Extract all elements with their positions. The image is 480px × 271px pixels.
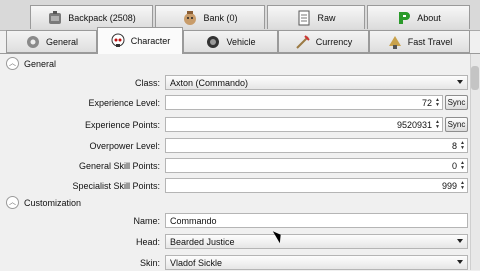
spinner-arrows-icon[interactable]: ▲ ▼ bbox=[460, 161, 465, 171]
chevron-down-icon bbox=[457, 239, 463, 243]
tab-backpack-label: Backpack (2508) bbox=[68, 12, 136, 23]
specialist-skill-points-spinner[interactable]: 999 ▲ ▼ bbox=[165, 178, 468, 193]
tab-raw-label: Raw bbox=[317, 12, 336, 23]
backpack-icon bbox=[49, 10, 62, 24]
customization-group-header[interactable]: ︿ Customization bbox=[6, 196, 81, 209]
collapse-chevron-icon[interactable]: ︿ bbox=[6, 57, 19, 70]
tab-currency[interactable]: Currency bbox=[278, 30, 369, 53]
vehicle-icon bbox=[207, 35, 220, 48]
skin-value: Vladof Sickle bbox=[170, 257, 223, 268]
experience-level-spinner[interactable]: 72 ▲ ▼ bbox=[165, 95, 443, 110]
bank-icon bbox=[184, 10, 197, 25]
skin-select[interactable]: Vladof Sickle bbox=[165, 255, 468, 270]
chevron-down-icon bbox=[457, 80, 463, 84]
specialist-skill-points-value: 999 bbox=[441, 180, 457, 191]
spinner-arrows-icon[interactable]: ▲ ▼ bbox=[460, 181, 465, 191]
raw-icon bbox=[298, 10, 310, 25]
top-tab-bar: Backpack (2508) Bank (0) Raw About bbox=[0, 0, 480, 31]
gear-icon bbox=[26, 35, 39, 48]
general-group-title: General bbox=[24, 58, 57, 69]
general-skill-points-value: 0 bbox=[451, 160, 457, 171]
overpower-level-label: Overpower Level: bbox=[89, 141, 160, 151]
spinner-arrows-icon[interactable]: ▲ ▼ bbox=[435, 120, 440, 130]
tab-fast-travel-label: Fast Travel bbox=[407, 36, 453, 47]
tab-vehicle-label: Vehicle bbox=[226, 36, 256, 47]
tab-raw[interactable]: Raw bbox=[267, 5, 365, 29]
name-value: Commando bbox=[170, 215, 217, 226]
chevron-down-icon bbox=[457, 260, 463, 264]
tab-general-label: General bbox=[45, 36, 79, 47]
head-select[interactable]: Bearded Justice bbox=[165, 234, 468, 249]
name-label: Name: bbox=[133, 216, 160, 226]
tab-vehicle[interactable]: Vehicle bbox=[183, 30, 278, 53]
tab-about[interactable]: About bbox=[367, 5, 470, 29]
skin-label: Skin: bbox=[139, 258, 160, 268]
tab-currency-label: Currency bbox=[315, 36, 353, 47]
tab-about-label: About bbox=[417, 12, 441, 23]
head-value: Bearded Justice bbox=[170, 236, 235, 247]
experience-points-value: 9520931 bbox=[396, 119, 432, 130]
head-label: Head: bbox=[135, 237, 160, 247]
tab-character[interactable]: Character bbox=[97, 27, 183, 54]
overpower-level-value: 8 bbox=[451, 140, 457, 151]
about-icon bbox=[399, 11, 411, 24]
sync-points-button[interactable]: Sync bbox=[445, 117, 468, 132]
general-group-header[interactable]: ︿ General bbox=[6, 57, 56, 70]
tab-general[interactable]: General bbox=[6, 30, 97, 53]
currency-icon bbox=[296, 34, 310, 49]
general-skill-points-label: General Skill Points: bbox=[78, 161, 160, 171]
skull-icon bbox=[111, 33, 125, 47]
class-value: Axton (Commando) bbox=[170, 77, 249, 88]
general-skill-points-spinner[interactable]: 0 ▲ ▼ bbox=[165, 158, 468, 173]
class-select[interactable]: Axton (Commando) bbox=[165, 75, 468, 90]
tab-fast-travel[interactable]: Fast Travel bbox=[369, 30, 470, 53]
fast-travel-icon bbox=[388, 35, 401, 49]
scrollbar-thumb[interactable] bbox=[471, 66, 479, 90]
class-label: Class: bbox=[134, 78, 160, 88]
collapse-chevron-icon[interactable]: ︿ bbox=[6, 196, 19, 209]
tab-backpack[interactable]: Backpack (2508) bbox=[30, 5, 153, 29]
experience-points-label: Experience Points: bbox=[84, 120, 160, 130]
tab-bank-label: Bank (0) bbox=[203, 12, 238, 23]
overpower-level-spinner[interactable]: 8 ▲ ▼ bbox=[165, 138, 468, 153]
experience-level-value: 72 bbox=[421, 97, 432, 108]
name-input[interactable]: Commando bbox=[165, 213, 468, 228]
specialist-skill-points-label: Specialist Skill Points: bbox=[72, 181, 160, 191]
tab-character-label: Character bbox=[130, 36, 171, 46]
experience-points-spinner[interactable]: 9520931 ▲ ▼ bbox=[165, 117, 443, 132]
spinner-arrows-icon[interactable]: ▲ ▼ bbox=[435, 98, 440, 108]
sync-level-button[interactable]: Sync bbox=[445, 95, 468, 110]
customization-group-title: Customization bbox=[24, 197, 82, 208]
spinner-arrows-icon[interactable]: ▲ ▼ bbox=[460, 141, 465, 151]
tab-bank[interactable]: Bank (0) bbox=[155, 5, 265, 29]
experience-level-label: Experience Level: bbox=[88, 98, 160, 108]
